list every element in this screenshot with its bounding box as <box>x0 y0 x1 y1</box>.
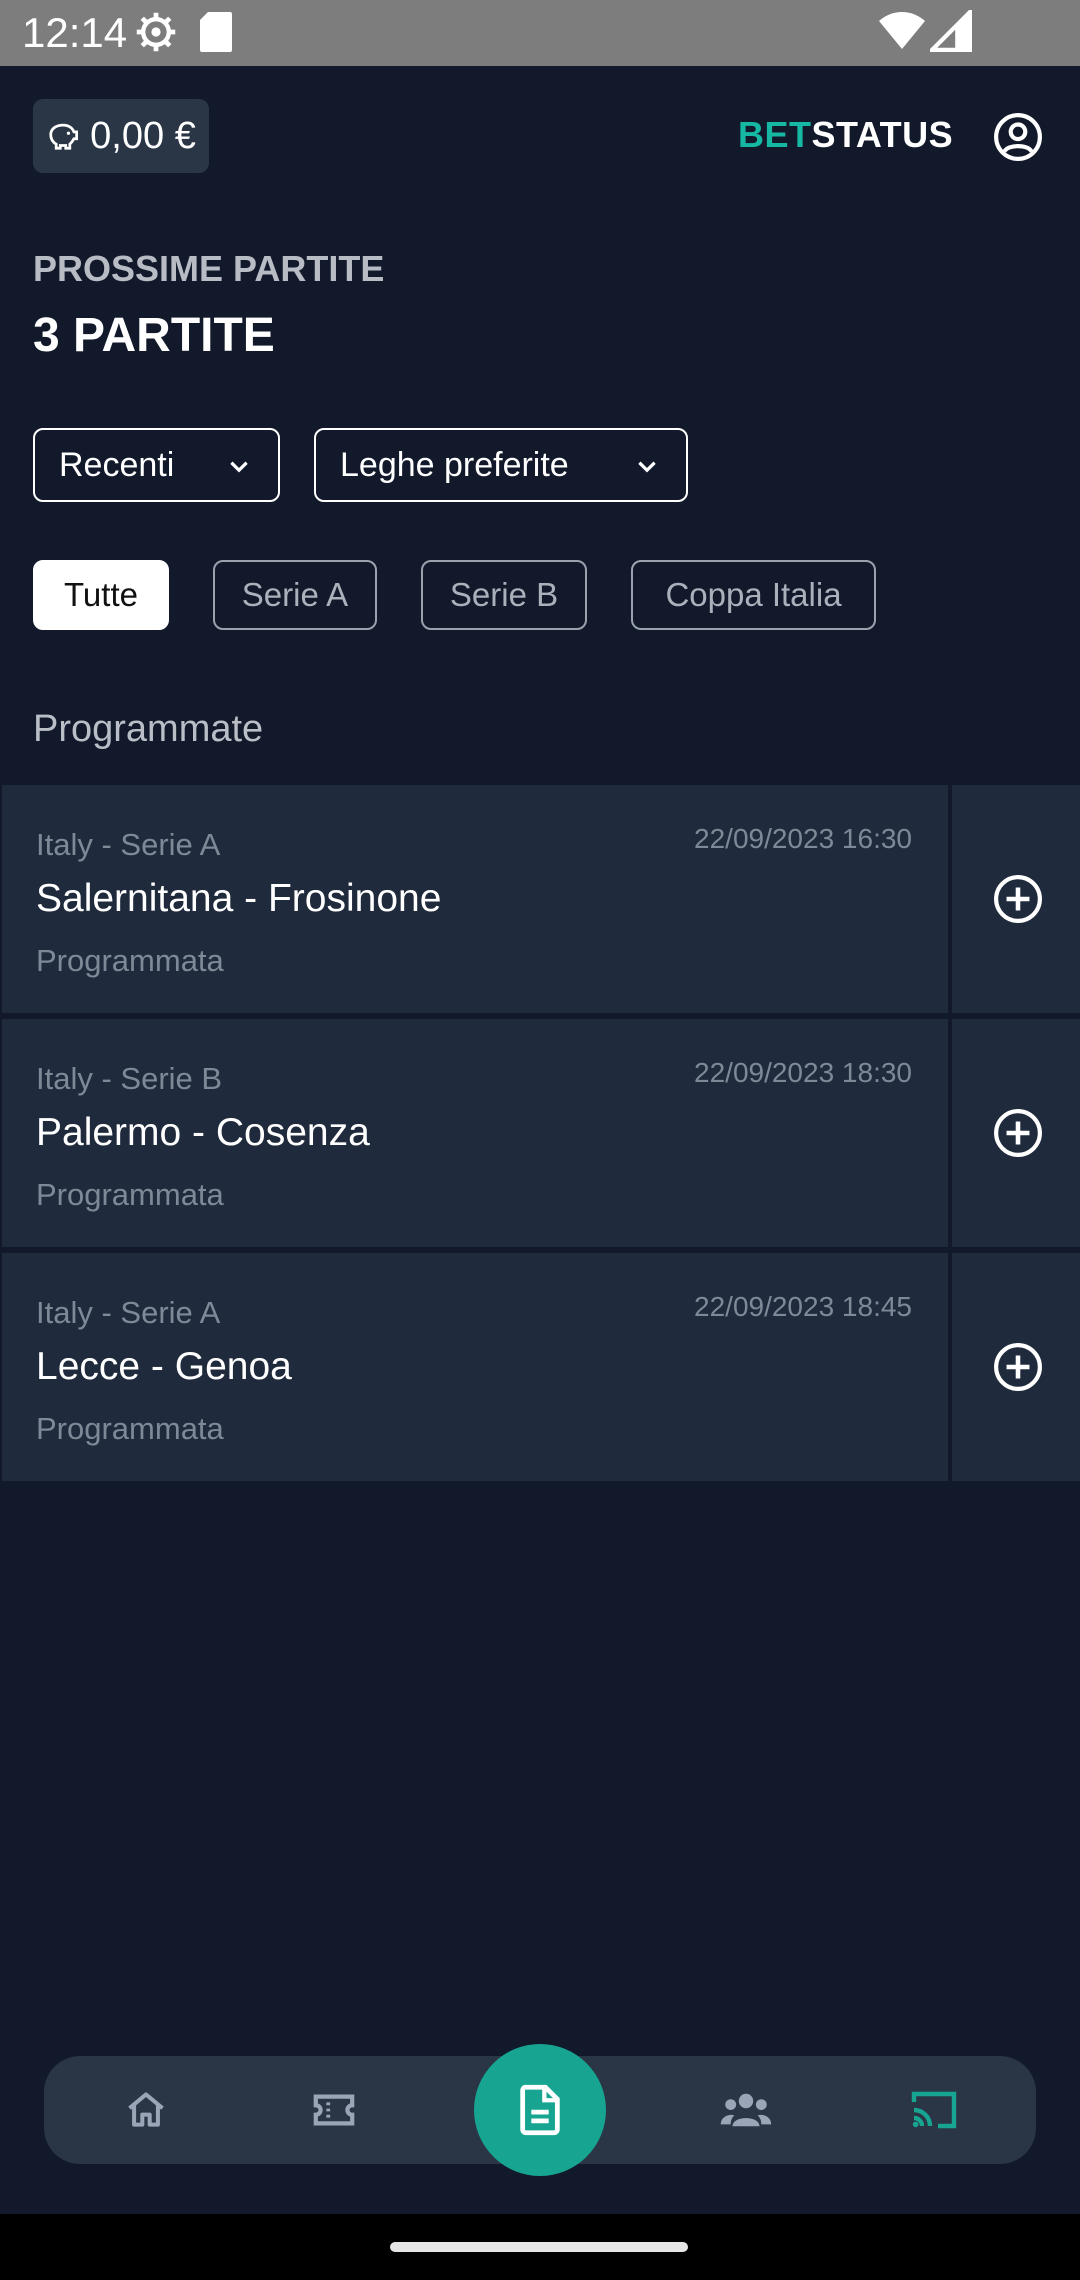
sd-card-icon <box>200 12 232 52</box>
nav-tickets[interactable] <box>284 2056 384 2164</box>
ticket-icon <box>313 2094 355 2126</box>
chevron-down-icon <box>638 461 656 473</box>
match-datetime: 22/09/2023 16:30 <box>694 823 912 854</box>
settings-gear-icon <box>136 12 176 52</box>
league-dropdown[interactable]: Leghe preferite <box>314 428 688 502</box>
match-league: Italy - Serie A <box>36 827 221 862</box>
home-gesture-handle[interactable] <box>390 2242 688 2252</box>
chevron-down-icon <box>230 461 248 473</box>
nav-cast[interactable] <box>884 2056 984 2164</box>
system-navigation-bar <box>0 2214 1080 2280</box>
plus-circle-icon <box>994 1109 1042 1157</box>
plus-circle-icon <box>994 1343 1042 1391</box>
nav-bets-active-button[interactable] <box>474 2044 606 2176</box>
document-icon <box>520 2084 560 2136</box>
nav-home[interactable] <box>96 2056 196 2164</box>
match-league: Italy - Serie B <box>36 1061 223 1096</box>
chip-coppa-italia[interactable]: Coppa Italia <box>631 560 876 630</box>
signal-icon <box>930 10 972 52</box>
page-title: 3 PARTITE <box>33 309 275 362</box>
group-icon <box>720 2093 772 2127</box>
match-card[interactable]: Italy - Serie A 22/09/2023 18:45 Lecce -… <box>2 1253 1080 1481</box>
match-league: Italy - Serie A <box>36 1295 221 1330</box>
match-card[interactable]: Italy - Serie B 22/09/2023 18:30 Palermo… <box>2 1019 1080 1247</box>
plus-circle-icon <box>994 875 1042 923</box>
add-match-button[interactable] <box>948 1019 1080 1247</box>
logo-bet: BET <box>738 114 812 155</box>
match-info[interactable]: Italy - Serie A 22/09/2023 18:45 Lecce -… <box>2 1253 946 1481</box>
match-info[interactable]: Italy - Serie A 22/09/2023 16:30 Salerni… <box>2 785 946 1013</box>
home-icon <box>128 2092 164 2127</box>
add-match-button[interactable] <box>948 1253 1080 1481</box>
league-dropdown-value: Leghe preferite <box>340 445 569 484</box>
chip-tutte[interactable]: Tutte <box>33 560 169 630</box>
wallet-balance-button[interactable]: 0,00 € <box>33 99 209 173</box>
balance-amount: 0,00 € <box>90 114 196 157</box>
match-datetime: 22/09/2023 18:45 <box>694 1291 912 1322</box>
match-card[interactable]: Italy - Serie A 22/09/2023 16:30 Salerni… <box>2 785 1080 1013</box>
match-status: Programmata <box>36 1177 224 1212</box>
match-info[interactable]: Italy - Serie B 22/09/2023 18:30 Palermo… <box>2 1019 946 1247</box>
piggy-bank-icon <box>49 123 79 150</box>
match-teams: Palermo - Cosenza <box>36 1111 370 1154</box>
match-status: Programmata <box>36 943 224 978</box>
add-match-button[interactable] <box>948 785 1080 1013</box>
match-status: Programmata <box>36 1411 224 1446</box>
match-teams: Salernitana - Frosinone <box>36 877 442 920</box>
status-time: 12:14 <box>22 9 128 56</box>
profile-icon[interactable] <box>993 112 1043 162</box>
cast-icon <box>911 2091 957 2129</box>
chip-serie-b[interactable]: Serie B <box>421 560 587 630</box>
sort-dropdown-value: Recenti <box>59 445 175 484</box>
section-heading: Programmate <box>33 708 264 750</box>
sort-dropdown[interactable]: Recenti <box>33 428 280 502</box>
status-bar: 12:14 <box>0 0 1080 66</box>
chip-serie-a[interactable]: Serie A <box>213 560 377 630</box>
page-subtitle: PROSSIME PARTITE <box>33 248 385 289</box>
nav-community[interactable] <box>696 2056 796 2164</box>
wifi-icon <box>879 12 925 49</box>
betstatus-logo: BETSTATUS <box>738 114 953 156</box>
match-teams: Lecce - Genoa <box>36 1345 292 1388</box>
match-datetime: 22/09/2023 18:30 <box>694 1057 912 1088</box>
logo-status: STATUS <box>811 114 954 155</box>
